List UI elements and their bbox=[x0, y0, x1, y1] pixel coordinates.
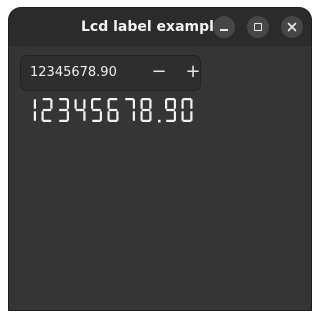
window-title: Lcd label example bbox=[81, 19, 224, 35]
close-button[interactable] bbox=[281, 16, 303, 38]
lcd-digit bbox=[59, 98, 69, 122]
lcd-digit bbox=[181, 98, 193, 122]
lcd-digit bbox=[140, 98, 152, 122]
lcd-digit bbox=[74, 99, 86, 121]
minimize-button[interactable] bbox=[213, 16, 235, 38]
app-window: Lcd label example 12345678.90 − + bbox=[9, 8, 311, 310]
maximize-icon bbox=[254, 23, 262, 31]
lcd-digit bbox=[107, 98, 119, 122]
spin-value-field[interactable]: 12345678.90 bbox=[30, 64, 117, 82]
minimize-icon bbox=[220, 29, 228, 31]
minus-icon: − bbox=[151, 61, 167, 82]
maximize-button[interactable] bbox=[247, 16, 269, 38]
lcd-digit bbox=[33, 99, 36, 121]
decrement-button[interactable]: − bbox=[142, 56, 176, 90]
increment-button[interactable]: + bbox=[176, 56, 210, 90]
lcd-digit bbox=[91, 98, 102, 122]
lcd-decimal-point bbox=[158, 119, 161, 123]
title-bar[interactable]: Lcd label example bbox=[9, 8, 311, 46]
lcd-digit bbox=[125, 98, 135, 121]
number-spin-button[interactable]: 12345678.90 − + bbox=[20, 55, 201, 91]
close-icon bbox=[287, 22, 297, 32]
lcd-display bbox=[33, 98, 193, 123]
plus-icon: + bbox=[185, 61, 201, 82]
lcd-digit bbox=[165, 98, 176, 122]
lcd-digit bbox=[41, 98, 53, 122]
